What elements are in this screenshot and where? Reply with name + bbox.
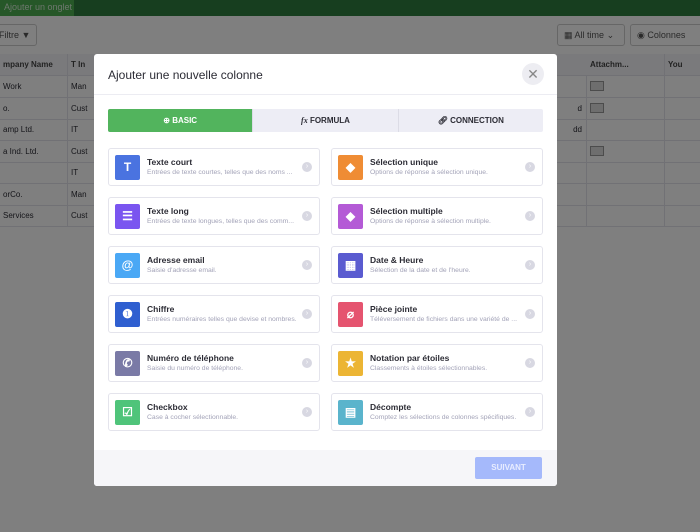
chevron-right-icon: › bbox=[302, 309, 312, 319]
field-type-description: Saisie du numéro de téléphone. bbox=[147, 365, 243, 372]
chevron-right-icon: › bbox=[302, 407, 312, 417]
field-type-title: Numéro de téléphone bbox=[147, 353, 234, 363]
field-type-description: Téléversement de fichiers dans une varié… bbox=[370, 316, 517, 323]
field-type-description: Comptez les sélections de colonnes spéci… bbox=[370, 414, 517, 421]
modal-title: Ajouter une nouvelle colonne bbox=[108, 68, 263, 82]
chevron-right-icon: › bbox=[302, 358, 312, 368]
chevron-right-icon: › bbox=[525, 211, 535, 221]
tag-icon: ◆ bbox=[338, 155, 363, 180]
field-type-tags[interactable]: ◆ Sélection multiple Options de réponse … bbox=[331, 197, 543, 235]
field-type-title: Sélection unique bbox=[370, 157, 439, 167]
field-type-description: Entrées numéraires telles que devise et … bbox=[147, 316, 297, 323]
field-type-paragraph[interactable]: ☰ Texte long Entrées de texte longues, t… bbox=[108, 197, 320, 235]
star-icon: ★ bbox=[338, 351, 363, 376]
field-type-title: Sélection multiple bbox=[370, 206, 443, 216]
chevron-right-icon: › bbox=[302, 260, 312, 270]
tab-formula[interactable]: fx FORMULA bbox=[252, 109, 397, 132]
plus-circle-icon: ⊕ bbox=[163, 116, 170, 125]
paragraph-icon: ☰ bbox=[115, 204, 140, 229]
field-type-description: Entrées de texte courtes, telles que des… bbox=[147, 169, 293, 176]
chevron-right-icon: › bbox=[525, 358, 535, 368]
number-icon: ❶ bbox=[115, 302, 140, 327]
field-type-description: Saisie d'adresse email. bbox=[147, 267, 217, 274]
checkbox-icon: ☑ bbox=[115, 400, 140, 425]
field-type-description: Sélection de la date et de l'heure. bbox=[370, 267, 471, 274]
field-type-title: Texte long bbox=[147, 206, 189, 216]
field-type-star[interactable]: ★ Notation par étoiles Classements à éto… bbox=[331, 344, 543, 382]
field-type-title: Checkbox bbox=[147, 402, 188, 412]
field-type-calculator[interactable]: ▤ Décompte Comptez les sélections de col… bbox=[331, 393, 543, 431]
field-type-title: Notation par étoiles bbox=[370, 353, 450, 363]
tab-label: CONNECTION bbox=[450, 116, 504, 125]
field-type-title: Adresse email bbox=[147, 255, 205, 265]
modal-footer: SUIVANT bbox=[94, 450, 557, 486]
close-icon[interactable]: ✕ bbox=[522, 63, 544, 85]
chevron-right-icon: › bbox=[302, 162, 312, 172]
fx-icon: fx bbox=[301, 116, 308, 125]
tab-label: FORMULA bbox=[309, 116, 350, 125]
field-type-title: Date & Heure bbox=[370, 255, 424, 265]
tab-bar: ⊕ BASIC fx FORMULA 🔗︎ CONNECTION bbox=[108, 109, 543, 132]
field-type-description: Case à cocher sélectionnable. bbox=[147, 414, 239, 421]
field-type-description: Entrées de texte longues, telles que des… bbox=[147, 218, 294, 225]
divider bbox=[94, 94, 557, 95]
field-type-calendar[interactable]: ▦ Date & Heure Sélection de la date et d… bbox=[331, 246, 543, 284]
text-icon: T bbox=[115, 155, 140, 180]
field-type-description: Options de réponse à sélection unique. bbox=[370, 169, 488, 176]
at-icon: @ bbox=[115, 253, 140, 278]
field-type-description: Options de réponse à sélection multiple. bbox=[370, 218, 491, 225]
chevron-right-icon: › bbox=[525, 260, 535, 270]
field-type-phone[interactable]: ✆ Numéro de téléphone Saisie du numéro d… bbox=[108, 344, 320, 382]
field-type-number[interactable]: ❶ Chiffre Entrées numéraires telles que … bbox=[108, 295, 320, 333]
field-type-tag[interactable]: ◆ Sélection unique Options de réponse à … bbox=[331, 148, 543, 186]
field-type-checkbox[interactable]: ☑ Checkbox Case à cocher sélectionnable.… bbox=[108, 393, 320, 431]
field-type-title: Texte court bbox=[147, 157, 193, 167]
field-type-paperclip[interactable]: ⌀ Pièce jointe Téléversement de fichiers… bbox=[331, 295, 543, 333]
chevron-right-icon: › bbox=[525, 309, 535, 319]
phone-icon: ✆ bbox=[115, 351, 140, 376]
calculator-icon: ▤ bbox=[338, 400, 363, 425]
field-type-title: Chiffre bbox=[147, 304, 175, 314]
calendar-icon: ▦ bbox=[338, 253, 363, 278]
field-type-title: Décompte bbox=[370, 402, 412, 412]
tab-connection[interactable]: 🔗︎ CONNECTION bbox=[397, 109, 543, 132]
paperclip-icon: ⌀ bbox=[338, 302, 363, 327]
field-type-title: Pièce jointe bbox=[370, 304, 418, 314]
field-type-at[interactable]: @ Adresse email Saisie d'adresse email. … bbox=[108, 246, 320, 284]
link-icon: 🔗︎ bbox=[437, 116, 448, 125]
next-button[interactable]: SUIVANT bbox=[475, 457, 542, 479]
tab-label: BASIC bbox=[172, 116, 198, 125]
field-type-description: Classements à étoiles sélectionnables. bbox=[370, 365, 488, 372]
chevron-right-icon: › bbox=[302, 211, 312, 221]
tab-basic[interactable]: ⊕ BASIC bbox=[108, 109, 253, 132]
chevron-right-icon: › bbox=[525, 407, 535, 417]
field-type-text[interactable]: T Texte court Entrées de texte courtes, … bbox=[108, 148, 320, 186]
chevron-right-icon: › bbox=[525, 162, 535, 172]
add-column-modal: Ajouter une nouvelle colonne ✕ ⊕ BASIC f… bbox=[94, 54, 557, 486]
tags-icon: ◆ bbox=[338, 204, 363, 229]
